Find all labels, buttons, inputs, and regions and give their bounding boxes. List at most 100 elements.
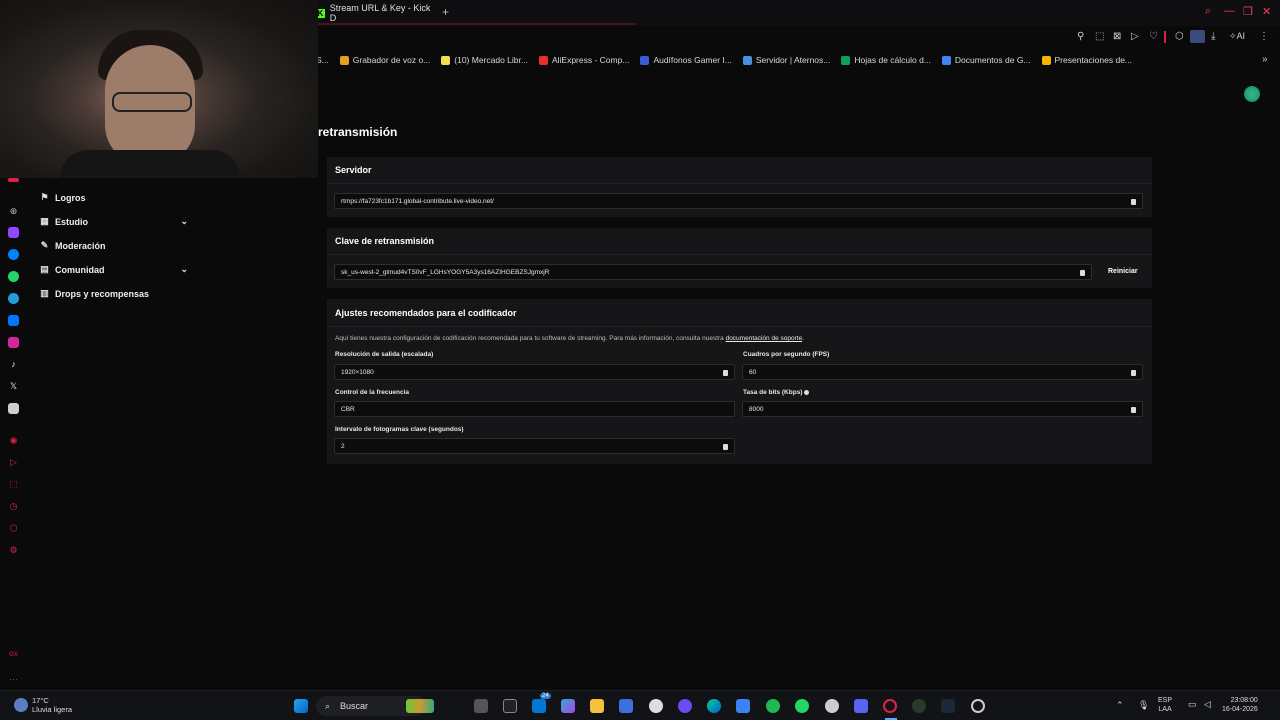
gx-logo-icon[interactable]: GX	[8, 650, 19, 661]
mic-icon[interactable]: 🎙	[1138, 701, 1149, 710]
tray-overflow-icon[interactable]: ⌃	[1116, 701, 1124, 710]
history-icon[interactable]: ◷	[8, 501, 19, 512]
chrome-icon[interactable]	[971, 699, 985, 713]
new-tab-button[interactable]: +	[442, 5, 449, 19]
task-view-icon[interactable]	[474, 699, 488, 713]
edge-icon[interactable]	[707, 699, 721, 713]
messenger-icon[interactable]	[8, 249, 19, 260]
sidebar-item-estudio[interactable]: ▦ Estudio ⌄	[40, 216, 188, 227]
bookmark-item[interactable]: Servidor | Aternos...	[742, 55, 830, 65]
player-icon[interactable]: ▷	[8, 457, 19, 468]
app-circle-icon[interactable]	[678, 699, 692, 713]
bookmark-item[interactable]: (10) Mercado Libr...	[441, 55, 528, 65]
bookmark-item[interactable]: Documentos de G...	[941, 55, 1031, 65]
minimize-button[interactable]: —	[1224, 5, 1235, 17]
bookmark-item[interactable]: Grabador de voz o...	[339, 55, 430, 65]
store-icon[interactable]	[619, 699, 633, 713]
server-url-field[interactable]: rtmps://fa723fc1b171.global-contribute.l…	[334, 193, 1143, 209]
mail-icon[interactable]	[736, 699, 750, 713]
info-icon[interactable]	[804, 389, 810, 395]
more-icon[interactable]: …	[8, 672, 19, 683]
pin-icon[interactable]: ⚲	[1077, 31, 1084, 42]
support-docs-link[interactable]: documentación de soporte	[726, 335, 803, 342]
screenshot-icon[interactable]: ⬚	[1095, 31, 1104, 42]
play-icon[interactable]: ▷	[1131, 31, 1139, 42]
copy-icon[interactable]	[1131, 199, 1136, 205]
telegram-icon[interactable]	[8, 293, 19, 304]
minecraft-icon[interactable]	[912, 699, 926, 713]
reset-key-button[interactable]: Reiniciar	[1108, 268, 1138, 275]
settings-taskbar-icon[interactable]	[825, 699, 839, 713]
tab-stream-url-key[interactable]: K Stream URL & Key - Kick D	[316, 3, 636, 25]
bitrate-field[interactable]: 8000	[742, 401, 1143, 417]
discord-taskbar-icon[interactable]	[854, 699, 868, 713]
whatsapp-taskbar-icon[interactable]	[795, 699, 809, 713]
bookmarks-overflow-icon[interactable]: »	[1262, 54, 1268, 65]
chat-app-icon[interactable]	[532, 699, 546, 713]
twitch-icon[interactable]	[8, 227, 19, 238]
bookmark-label: Documentos de G...	[954, 55, 1031, 65]
profile-avatar[interactable]	[1190, 30, 1205, 43]
stats-app-icon[interactable]	[503, 699, 517, 713]
gx-corner-icon[interactable]	[1244, 86, 1260, 102]
steam-icon[interactable]	[941, 699, 955, 713]
sidebar-item-label: Drops y recompensas	[55, 288, 150, 299]
copy-icon[interactable]	[1131, 407, 1136, 413]
settings-icon[interactable]: ⚙	[8, 545, 19, 556]
bookmark-item[interactable]: Audífonos Gamer I...	[640, 55, 732, 65]
sidebar-item-moderacion[interactable]: ✎ Moderación	[40, 240, 188, 251]
bookmark-item[interactable]: Hojas de cálculo d...	[841, 55, 931, 65]
clock[interactable]: 23:08:00 16-04-2026	[1222, 696, 1258, 714]
resolution-field[interactable]: 1920×1080	[334, 364, 735, 380]
opera-gx-icon[interactable]	[883, 699, 897, 713]
bookmark-label: Hojas de cálculo d...	[854, 55, 931, 65]
whatsapp-icon[interactable]	[8, 271, 19, 282]
chevron-down-icon[interactable]: ⌄	[180, 264, 188, 275]
x-icon[interactable]: 𝕏	[8, 381, 19, 392]
cube-icon[interactable]: ⬚	[8, 479, 19, 490]
extensions-icon[interactable]: ⬡	[1175, 31, 1184, 42]
spotify-icon[interactable]	[766, 699, 780, 713]
sidebar-item-logros[interactable]: ⚑ Logros	[40, 192, 188, 203]
copy-icon[interactable]	[723, 444, 728, 450]
taskbar-search[interactable]: ⌕ Buscar	[316, 696, 434, 716]
heart-icon[interactable]: ♡	[1149, 31, 1158, 42]
restore-button[interactable]: ❐	[1243, 5, 1253, 18]
server-card: Servidor rtmps://fa723fc1b171.global-con…	[327, 157, 1152, 217]
weather-widget[interactable]: 17°C Lluvia ligera	[32, 696, 72, 714]
language-indicator[interactable]: ESP LAA	[1158, 696, 1172, 714]
keyframe-field[interactable]: 2	[334, 438, 735, 454]
music-player-icon[interactable]: ◉	[8, 435, 19, 446]
copy-icon[interactable]	[1080, 270, 1085, 276]
stream-key-field[interactable]: sk_us-west-2_glmud4vTS0vF_LGHsYOGY5A3ys1…	[334, 264, 1092, 280]
chatgpt-icon[interactable]: ⊛	[8, 206, 19, 217]
rail-top-icon[interactable]	[8, 178, 19, 182]
search-tabs-icon[interactable]: ⌕	[1205, 5, 1211, 18]
extensions-rail-icon[interactable]: ⬡	[8, 523, 19, 534]
rate-control-field[interactable]: CBR	[334, 401, 735, 417]
sidebar-item-drops[interactable]: ▥ Drops y recompensas	[40, 288, 188, 299]
chevron-down-icon[interactable]: ⌄	[180, 216, 188, 227]
ai-button[interactable]: ✧AI	[1229, 31, 1245, 42]
sidebar-item-comunidad[interactable]: ▤ Comunidad ⌄	[40, 264, 188, 275]
block-icon[interactable]: ⊠	[1113, 31, 1121, 42]
steelseries-icon[interactable]	[649, 699, 663, 713]
discord-icon[interactable]	[8, 403, 19, 414]
windows-start-icon[interactable]	[294, 699, 308, 713]
weather-icon[interactable]	[14, 698, 28, 712]
vk-icon[interactable]	[8, 315, 19, 326]
tiktok-icon[interactable]: ♪	[8, 359, 19, 370]
download-icon[interactable]: ⤓	[1211, 31, 1215, 42]
copy-icon[interactable]	[723, 370, 728, 376]
network-icon[interactable]: ▭	[1188, 700, 1197, 709]
file-explorer-icon[interactable]	[590, 699, 604, 713]
copilot-icon[interactable]	[561, 699, 575, 713]
volume-icon[interactable]: ◁	[1204, 700, 1211, 709]
menu-icon[interactable]: ⋮	[1259, 31, 1269, 42]
bookmark-item[interactable]: Presentaciones de...	[1041, 55, 1132, 65]
fps-field[interactable]: 60	[742, 364, 1143, 380]
copy-icon[interactable]	[1131, 370, 1136, 376]
close-window-button[interactable]: ✕	[1262, 5, 1271, 18]
instagram-icon[interactable]	[8, 337, 19, 348]
bookmark-item[interactable]: AliExpress - Comp...	[538, 55, 629, 65]
